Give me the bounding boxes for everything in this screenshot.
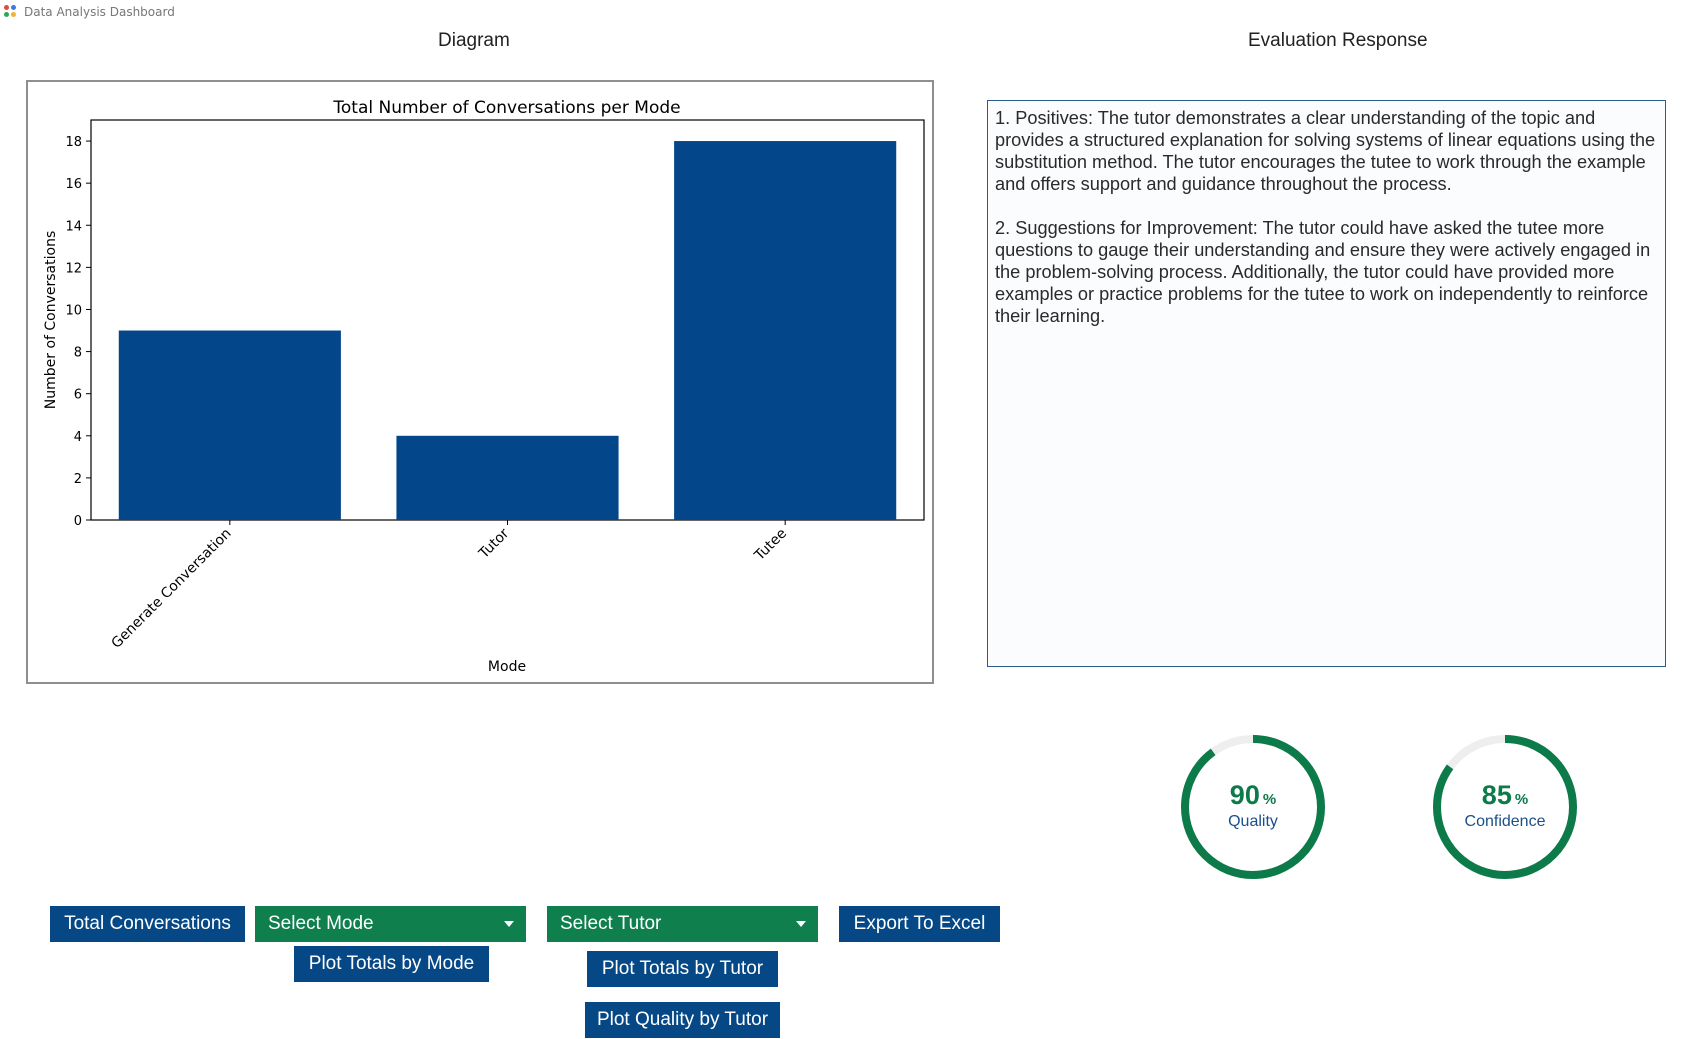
y-tick-label: 4 <box>74 430 82 445</box>
chevron-down-icon <box>504 921 514 927</box>
confidence-label: Confidence <box>1464 813 1546 830</box>
y-tick-label: 8 <box>74 346 82 361</box>
bar-generate-conversation <box>118 330 341 520</box>
plot-quality-by-tutor-button[interactable]: Plot Quality by Tutor <box>585 1002 780 1038</box>
window-title: Data Analysis Dashboard <box>24 5 175 19</box>
y-tick-label: 10 <box>65 303 82 318</box>
conversations-bar-chart: Total Number of Conversations per Mode 0… <box>43 98 925 675</box>
y-tick-label: 0 <box>74 514 82 529</box>
x-tick-label: Tutee <box>751 526 790 565</box>
evaluation-response-text: 1. Positives: The tutor demonstrates a c… <box>987 100 1666 667</box>
x-tick-label: Tutor <box>475 525 512 562</box>
evaluation-heading: Evaluation Response <box>1248 30 1428 51</box>
y-tick-label: 6 <box>74 388 82 403</box>
quality-value: 90% <box>1229 780 1277 810</box>
total-conversations-button[interactable]: Total Conversations <box>50 906 245 942</box>
select-tutor-value: Select Tutor <box>560 913 662 934</box>
chart-panel: Total Number of Conversations per Mode 0… <box>26 80 934 684</box>
confidence-gauge: 85% Confidence <box>1430 732 1580 882</box>
bar-tutor <box>396 435 619 520</box>
bar-tutee <box>674 141 897 521</box>
x-axis-label: Mode <box>488 659 526 675</box>
y-tick-label: 12 <box>65 261 82 276</box>
select-mode-value: Select Mode <box>268 913 374 934</box>
window-titlebar: Data Analysis Dashboard <box>0 0 175 24</box>
chart-title: Total Number of Conversations per Mode <box>332 98 680 118</box>
select-mode-dropdown[interactable]: Select Mode <box>255 906 526 942</box>
chevron-down-icon <box>796 921 806 927</box>
y-tick-label: 18 <box>65 135 82 150</box>
y-tick-label: 2 <box>74 472 82 487</box>
x-tick-label: Generate Conversation <box>109 526 235 652</box>
app-dots-icon <box>4 5 18 19</box>
y-tick-label: 16 <box>65 177 82 192</box>
quality-gauge: 90% Quality <box>1178 732 1328 882</box>
y-axis-label: Number of Conversations <box>43 231 59 410</box>
plot-totals-by-tutor-button[interactable]: Plot Totals by Tutor <box>587 951 778 987</box>
confidence-value: 85% <box>1481 780 1529 810</box>
diagram-heading: Diagram <box>438 30 510 51</box>
plot-totals-by-mode-button[interactable]: Plot Totals by Mode <box>294 946 489 982</box>
select-tutor-dropdown[interactable]: Select Tutor <box>547 906 818 942</box>
export-to-excel-button[interactable]: Export To Excel <box>839 906 1000 942</box>
quality-label: Quality <box>1228 813 1278 830</box>
y-tick-label: 14 <box>65 219 82 234</box>
